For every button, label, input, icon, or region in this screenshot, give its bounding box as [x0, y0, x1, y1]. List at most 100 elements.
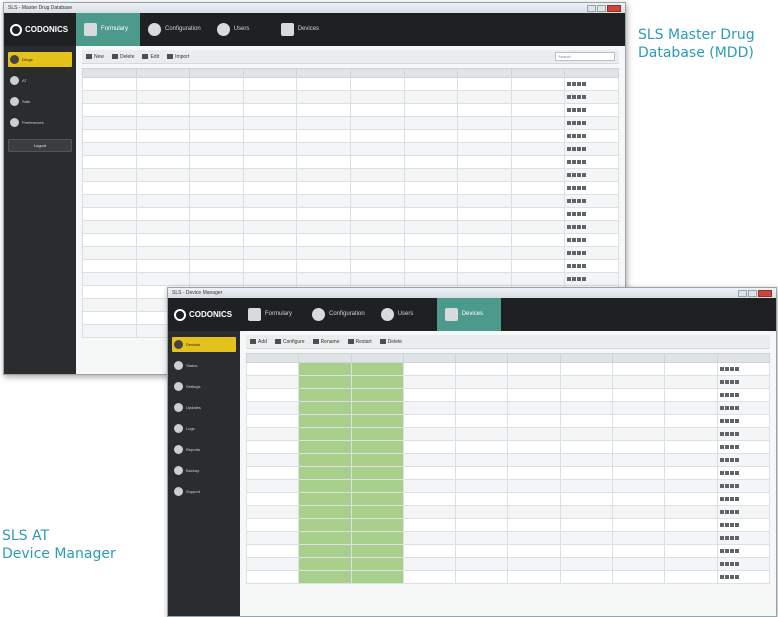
table-row[interactable] [245, 531, 771, 545]
table-row[interactable] [245, 505, 771, 519]
action-icon[interactable] [572, 147, 577, 151]
action-icon[interactable] [734, 432, 739, 436]
table-row[interactable] [82, 207, 619, 221]
action-icon[interactable] [729, 419, 734, 423]
new-button[interactable]: New [86, 54, 104, 60]
action-icon[interactable] [582, 173, 587, 177]
sidebar-item-at[interactable]: AT [8, 73, 72, 88]
table-row[interactable] [245, 427, 771, 441]
action-icon[interactable] [729, 393, 734, 397]
table-row[interactable] [82, 129, 619, 143]
sidebar-item-drugs[interactable]: Drugs [8, 52, 72, 67]
col-8[interactable] [612, 353, 666, 363]
action-icon[interactable] [724, 432, 729, 436]
action-icon[interactable] [734, 497, 739, 501]
action-icon[interactable] [729, 510, 734, 514]
action-icon[interactable] [724, 367, 729, 371]
action-icon[interactable] [729, 445, 734, 449]
action-icon[interactable] [719, 562, 724, 566]
sidebar-item-status[interactable]: Status [172, 358, 236, 373]
table-row[interactable] [82, 142, 619, 156]
action-icon[interactable] [734, 575, 739, 579]
action-icon[interactable] [729, 497, 734, 501]
table-row[interactable] [82, 259, 619, 273]
action-icon[interactable] [734, 380, 739, 384]
table-row[interactable] [245, 518, 771, 532]
close-button[interactable] [607, 4, 621, 12]
action-icon[interactable] [572, 95, 577, 99]
action-icon[interactable] [719, 393, 724, 397]
action-icon[interactable] [577, 134, 582, 138]
action-icon[interactable] [577, 199, 582, 203]
table-row[interactable] [82, 116, 619, 130]
action-icon[interactable] [577, 277, 582, 281]
action-icon[interactable] [719, 380, 724, 384]
action-icon[interactable] [582, 108, 587, 112]
action-icon[interactable] [582, 134, 587, 138]
action-icon[interactable] [734, 562, 739, 566]
table-row[interactable] [82, 181, 619, 195]
action-icon[interactable] [572, 134, 577, 138]
action-icon[interactable] [577, 147, 582, 151]
table-row[interactable] [82, 246, 619, 260]
col-1[interactable] [245, 353, 300, 363]
action-icon[interactable] [719, 549, 724, 553]
col-2[interactable] [135, 68, 191, 78]
table-row[interactable] [82, 90, 619, 104]
action-icon[interactable] [577, 160, 582, 164]
col-7[interactable] [403, 68, 459, 78]
action-icon[interactable] [572, 277, 577, 281]
action-icon[interactable] [724, 510, 729, 514]
col-1[interactable] [82, 68, 137, 78]
action-icon[interactable] [577, 225, 582, 229]
sidebar-item-updates[interactable]: Updates [172, 400, 236, 415]
action-icon[interactable] [582, 225, 587, 229]
col-3[interactable] [350, 353, 404, 363]
tab-devices[interactable]: Devices [273, 13, 337, 46]
action-icon[interactable] [719, 536, 724, 540]
action-icon[interactable] [734, 549, 739, 553]
col-5[interactable] [296, 68, 351, 78]
action-icon[interactable] [729, 536, 734, 540]
col-6[interactable] [349, 68, 405, 78]
action-icon[interactable] [582, 264, 587, 268]
col-9[interactable] [510, 68, 566, 78]
tab-users[interactable]: Users [209, 13, 273, 46]
col-2[interactable] [298, 353, 352, 363]
action-icon[interactable] [572, 225, 577, 229]
action-icon[interactable] [577, 212, 582, 216]
action-icon[interactable] [567, 212, 572, 216]
close-button[interactable] [758, 289, 772, 297]
action-icon[interactable] [719, 458, 724, 462]
action-icon[interactable] [724, 484, 729, 488]
action-icon[interactable] [567, 251, 572, 255]
sidebar-item-safe[interactable]: Safe [8, 94, 72, 109]
action-icon[interactable] [567, 173, 572, 177]
tab-devices[interactable]: Devices [436, 298, 501, 331]
table-row[interactable] [245, 414, 771, 428]
action-icon[interactable] [582, 199, 587, 203]
action-icon[interactable] [734, 484, 739, 488]
action-icon[interactable] [572, 212, 577, 216]
action-icon[interactable] [567, 147, 572, 151]
logout-button[interactable]: Logout [8, 139, 72, 152]
action-icon[interactable] [567, 95, 572, 99]
col-10[interactable] [564, 68, 619, 78]
maximize-button[interactable] [748, 289, 757, 297]
col-10[interactable] [716, 353, 771, 363]
col-5[interactable] [455, 353, 509, 363]
action-icon[interactable] [572, 199, 577, 203]
action-icon[interactable] [724, 549, 729, 553]
action-icon[interactable] [729, 432, 734, 436]
action-icon[interactable] [582, 147, 587, 151]
action-icon[interactable] [724, 445, 729, 449]
rename-button[interactable]: Rename [312, 339, 340, 345]
tab-formulary[interactable]: Formulary [76, 13, 140, 46]
action-icon[interactable] [582, 186, 587, 190]
configure-button[interactable]: Configure [274, 339, 305, 345]
action-icon[interactable] [572, 186, 577, 190]
minimize-button[interactable] [587, 4, 596, 12]
table-row[interactable] [82, 272, 619, 286]
delete-button[interactable]: Delete [112, 54, 134, 60]
action-icon[interactable] [719, 419, 724, 423]
